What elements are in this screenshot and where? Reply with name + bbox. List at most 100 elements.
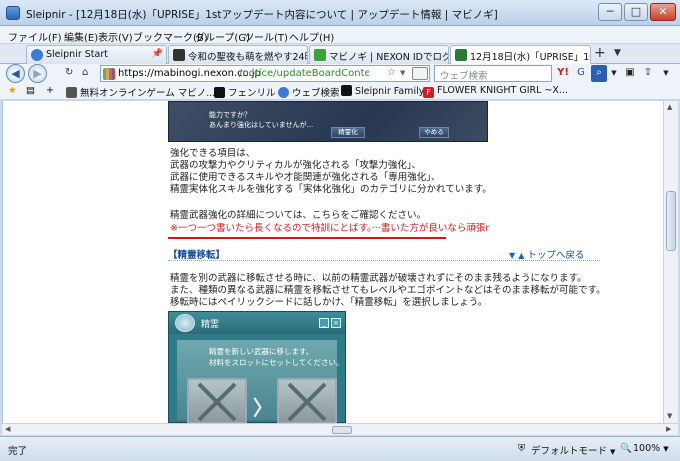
game-prompt: 能力ですか？ あんまり強化はしていませんが... xyxy=(209,111,314,129)
bookmark-fenrir[interactable]: フェンリル xyxy=(214,85,276,99)
tab-mabinogi-login[interactable]: マビノギ | NEXON IDでログ... xyxy=(309,45,449,64)
tab-list-dropdown-icon[interactable]: ▼ xyxy=(614,48,621,58)
scrollbar-thumb[interactable] xyxy=(666,191,676,251)
star-icon[interactable]: ★ xyxy=(8,85,17,96)
weapon-slot-left xyxy=(187,378,247,423)
address-bar[interactable]: https://mabinogi.nexon.co.jp /notice/upd… xyxy=(100,65,430,82)
forward-button[interactable]: ▶ xyxy=(28,64,47,83)
sleipnir-start-icon xyxy=(31,49,43,61)
scroll-down-icon[interactable]: ▼ xyxy=(667,412,672,420)
mabinogi-icon xyxy=(455,49,467,61)
spirit-emblem-icon xyxy=(175,314,195,332)
paragraph-line: 武器に使用できるスキルや才能関連が強化される「専用強化」、 xyxy=(170,172,441,183)
menu-help[interactable]: ヘルプ(H) xyxy=(289,29,334,44)
share-icon[interactable]: ⇪ xyxy=(641,65,655,82)
bookmark-web-search[interactable]: ウェブ検索 xyxy=(278,85,340,99)
menu-tools[interactable]: ツール(T) xyxy=(244,29,288,44)
paragraph-line: 精霊を別の武器に移転させる時に、以前の精霊武器が破壊されずにそのまま残るようにな… xyxy=(170,273,587,284)
red-note: ※一つ一つ書いたら長くなるので特訓にとばす。···書いた方が良いなら頑張r xyxy=(170,223,490,234)
sleipnir-app-icon xyxy=(6,6,20,20)
gear-icon xyxy=(66,87,77,98)
paragraph-line: 武器の攻撃力やクリティカルが強化される「攻撃力強化」、 xyxy=(170,160,422,171)
add-bookmark-icon[interactable]: + xyxy=(46,85,54,96)
display-mode-selector[interactable]: デフォルトモード ▼ xyxy=(531,443,615,457)
paragraph-line: 精霊実体化スキルを強化する「実体化強化」のカテゴリに分かれています。 xyxy=(170,184,492,195)
tab-label: Sleipnir Start xyxy=(46,49,108,60)
tab-label: マビノギ | NEXON IDでログ... xyxy=(329,52,449,63)
red-underline xyxy=(168,237,446,239)
zoom-level[interactable]: 100% ▼ xyxy=(633,443,669,454)
paragraph-line: 強化できる項目は、 xyxy=(170,148,256,159)
crossed-swords-icon xyxy=(287,382,327,422)
toolbar-menu-icon[interactable]: ▼ xyxy=(659,65,673,82)
flower-knight-icon: F xyxy=(423,87,434,98)
bookmark-list-icon[interactable]: ▤ xyxy=(26,85,35,96)
tab-update-info[interactable]: 12月18日(水)「UPRISE」1st... xyxy=(450,45,591,65)
game-button-quit: やめる xyxy=(419,127,449,138)
search-engine-icon[interactable]: G xyxy=(573,65,589,82)
new-tab-button[interactable]: + xyxy=(594,45,606,61)
crossed-swords-icon xyxy=(197,382,237,422)
menu-bar: ファイル(F) 編集(E) 表示(V) ブックマーク(B) グループ(G) ツー… xyxy=(0,26,680,44)
navigation-bar: ◀ ▶ ↻ ⌂ https://mabinogi.nexon.co.jp /no… xyxy=(0,64,680,83)
zoom-icon[interactable]: 🔍 xyxy=(620,443,632,454)
weapon-slot-right xyxy=(277,378,337,423)
dialog-minimize-icon: _ xyxy=(319,318,329,328)
triangle-down-icon: ▼ xyxy=(509,251,516,260)
bookmark-mabinogi[interactable]: 無料オンラインゲーム マビノ... xyxy=(66,85,215,99)
horizontal-scrollbar[interactable]: ◀ ▶ xyxy=(2,423,678,435)
bookmark-bar: ★ ▤ + 無料オンラインゲーム マビノ... フェンリル ウェブ検索 Slei… xyxy=(0,83,680,100)
menu-edit[interactable]: 編集(E) xyxy=(64,29,98,44)
tab-label: 令和の聖夜も萌を燃やす24時... xyxy=(188,52,307,63)
vertical-scrollbar[interactable]: ▲ ▼ xyxy=(663,101,678,423)
transfer-arrow-icon: 〉 xyxy=(253,396,273,420)
bookmark-flower-knight[interactable]: F FLOWER KNIGHT GIRL ~X... xyxy=(423,85,568,98)
menu-group[interactable]: グループ(G) xyxy=(195,29,250,44)
dialog-close-icon: × xyxy=(331,318,341,328)
fenrir-icon xyxy=(214,87,225,98)
scrollbar-thumb[interactable] xyxy=(332,426,352,434)
yahoo-icon[interactable]: Y! xyxy=(555,65,571,82)
fenrir-icon xyxy=(341,85,352,96)
shield-icon[interactable]: ⛨ xyxy=(518,443,525,454)
video-site-icon xyxy=(173,49,185,61)
page-info-icon[interactable] xyxy=(412,67,428,80)
triangle-up-icon: ▲ xyxy=(518,251,525,260)
menu-view[interactable]: 表示(V) xyxy=(98,29,133,44)
search-icon[interactable]: ⌕ xyxy=(591,65,607,82)
game-button-spiritualize: 精霊化 xyxy=(331,127,365,138)
reload-icon[interactable]: ↻ xyxy=(65,67,73,78)
page-viewport[interactable]: 能力ですか？ あんまり強化はしていませんが... 精霊化 やめる 強化できる項目… xyxy=(2,101,663,423)
home-icon[interactable]: ⌂ xyxy=(82,67,88,78)
section-divider xyxy=(168,260,600,261)
address-dropdown-icon[interactable]: ▼ xyxy=(400,69,405,77)
minimize-button[interactable]: ─ xyxy=(598,3,622,21)
close-button[interactable]: ✕ xyxy=(650,3,676,21)
tab-nico-video[interactable]: 令和の聖夜も萌を燃やす24時... xyxy=(168,45,308,64)
back-button[interactable]: ◀ xyxy=(6,64,25,83)
url-path: /notice/updateBoardContent.as xyxy=(239,68,369,79)
scroll-up-icon[interactable]: ▲ xyxy=(667,103,672,111)
pin-icon[interactable]: 📌 xyxy=(152,49,163,59)
menu-file[interactable]: ファイル(F) xyxy=(8,29,62,44)
dialog-header: 精霊 _ × xyxy=(169,312,345,334)
tab-sleipnir-start[interactable]: Sleipnir Start 📌 xyxy=(26,45,167,64)
scroll-right-icon[interactable]: ▶ xyxy=(666,425,671,433)
bookmark-star-icon[interactable]: ☆ xyxy=(387,67,396,78)
search-dropdown-icon[interactable]: ▼ xyxy=(609,65,619,82)
maximize-button[interactable]: □ xyxy=(624,3,648,21)
scroll-left-icon[interactable]: ◀ xyxy=(5,425,10,433)
status-bar: 完了 ⛨ デフォルトモード ▼ 🔍 100% ▼ xyxy=(0,436,680,461)
dialog-message: 精霊を新しい武器に移します。 材料をスロットにセットしてください。 xyxy=(209,347,344,367)
dialog-title: 精霊 xyxy=(201,320,220,330)
back-to-top-link[interactable]: ▼ ▲ トップへ戻る xyxy=(509,247,584,261)
bookmark-sleipnir-family[interactable]: Sleipnir Family xyxy=(341,85,424,97)
search-input[interactable]: ウェブ検索 xyxy=(434,65,552,82)
paragraph-line: 精霊武器強化の詳細については、こちらをご確認ください。 xyxy=(170,210,427,221)
tab-bar: Sleipnir Start 📌 令和の聖夜も萌を燃やす24時... マビノギ … xyxy=(0,44,680,65)
site-identity-icon[interactable] xyxy=(103,68,115,80)
game-screenshot-top: 能力ですか？ あんまり強化はしていませんが... 精霊化 やめる xyxy=(168,101,488,142)
paragraph-line: また、種類の異なる武器に精霊を移転させてもレベルやエゴポイントなどはそのまま移転… xyxy=(170,285,606,296)
window-titlebar: Sleipnir - [12月18日(水)「UPRISE」1stアップデート内容… xyxy=(0,0,680,26)
reader-icon[interactable]: ▣ xyxy=(623,65,637,82)
